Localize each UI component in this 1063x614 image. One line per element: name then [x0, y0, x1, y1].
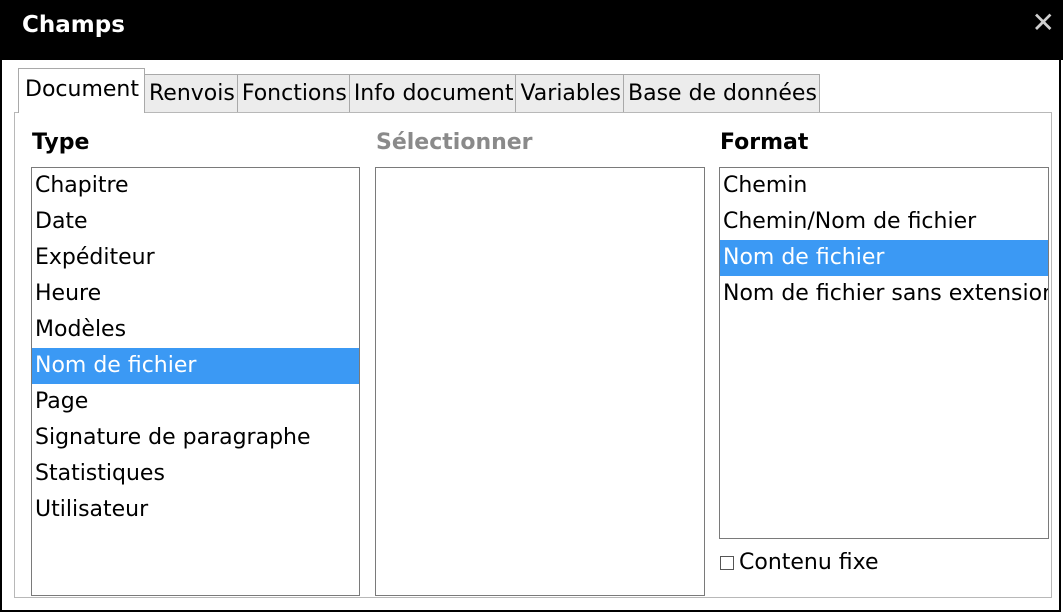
tab-bar: Document Renvois Fonctions Info document…: [18, 68, 820, 113]
fixed-content-checkbox-row[interactable]: Contenu fixe: [720, 550, 879, 575]
select-listbox[interactable]: [375, 167, 705, 596]
list-item[interactable]: Expéditeur: [32, 240, 359, 276]
list-item[interactable]: Chapitre: [32, 168, 359, 204]
list-item[interactable]: Nom de fichier sans extension: [720, 276, 1048, 312]
list-item[interactable]: Signature de paragraphe: [32, 420, 359, 456]
list-item[interactable]: Utilisateur: [32, 492, 359, 528]
tab-variables[interactable]: Variables: [515, 74, 624, 113]
list-item[interactable]: Heure: [32, 276, 359, 312]
list-item[interactable]: Statistiques: [32, 456, 359, 492]
format-listbox[interactable]: Chemin Chemin/Nom de fichier Nom de fich…: [719, 167, 1049, 539]
list-item[interactable]: Chemin: [720, 168, 1048, 204]
tab-info-document[interactable]: Info document: [348, 74, 517, 113]
tab-renvois[interactable]: Renvois: [143, 74, 238, 113]
fixed-content-label: Contenu fixe: [739, 550, 879, 575]
close-icon[interactable]: ✕: [1032, 9, 1055, 37]
list-item[interactable]: Page: [32, 384, 359, 420]
tab-document[interactable]: Document: [18, 68, 145, 113]
window-title: Champs: [22, 12, 125, 38]
list-item[interactable]: Chemin/Nom de fichier: [720, 204, 1048, 240]
tab-base-de-donnees[interactable]: Base de données: [623, 74, 820, 113]
title-bar: Champs ✕: [0, 0, 1063, 60]
type-listbox[interactable]: Chapitre Date Expéditeur Heure Modèles N…: [31, 167, 360, 596]
list-item-selected[interactable]: Nom de fichier: [720, 240, 1048, 276]
fixed-content-checkbox[interactable]: [720, 555, 734, 570]
type-label: Type: [32, 130, 90, 155]
list-item-selected[interactable]: Nom de fichier: [32, 348, 359, 384]
list-item[interactable]: Date: [32, 204, 359, 240]
tab-fonctions[interactable]: Fonctions: [236, 74, 350, 113]
format-label: Format: [720, 130, 809, 155]
list-item[interactable]: Modèles: [32, 312, 359, 348]
select-label: Sélectionner: [376, 130, 533, 155]
